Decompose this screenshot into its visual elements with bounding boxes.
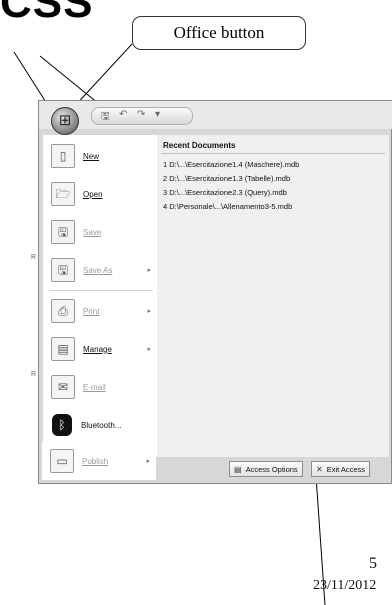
quick-access-toolbar: 🖫 ↶ ↷ ▾ <box>39 101 392 129</box>
access-options-label: Access Options <box>245 464 298 474</box>
submenu-arrow-icon: ▸ <box>147 267 151 274</box>
recent-documents-title: Recent Documents <box>163 141 236 150</box>
menu-publish[interactable]: ▭ Publish ▸ <box>42 442 156 480</box>
menu-separator <box>49 290 153 291</box>
menu-label-open: Open <box>83 189 103 199</box>
menu-label-manage: Manage <box>83 344 112 354</box>
redo-icon[interactable]: ↷ <box>137 109 145 120</box>
save-as-icon: 🖫 <box>51 258 75 282</box>
menu-manage[interactable]: ▤ Manage ▸ <box>43 330 157 368</box>
save-icon[interactable]: 🖫 <box>101 109 110 126</box>
manage-icon: ▤ <box>51 337 75 361</box>
new-document-icon: ▯ <box>51 144 75 168</box>
close-icon: ✕ <box>316 464 323 474</box>
recent-document-item[interactable]: 1 D:\...\Esercitazione1.4 (Maschere).mdb <box>163 160 299 169</box>
menu-label-bluetooth: Bluetooth... <box>81 420 122 430</box>
bluetooth-icon: ᛒ <box>52 414 72 436</box>
submenu-arrow-icon: ▸ <box>146 458 150 465</box>
undo-icon[interactable]: ↶ <box>119 109 127 120</box>
menu-label-publish: Publish <box>82 456 109 466</box>
submenu-arrow-icon: ▸ <box>147 346 151 353</box>
recent-documents-panel: Recent Documents 1 D:\...\Esercitazione1… <box>157 135 389 457</box>
page-number: 5 <box>369 555 377 572</box>
submenu-arrow-icon: ▸ <box>147 308 151 315</box>
access-options-button[interactable]: ▤ Access Options <box>229 461 303 477</box>
menu-print[interactable]: ⎙ Print ▸ <box>43 292 157 330</box>
menu-open[interactable]: 🗁 Open <box>43 175 157 213</box>
office-menu-screenshot: 🖫 ↶ ↷ ▾ ⊞ ▯ New 🗁 Open 🖫 Save 🖫 Save As … <box>38 100 392 484</box>
office-button-callout: Office button <box>132 16 306 50</box>
edge-letter: R <box>31 371 37 378</box>
publish-icon: ▭ <box>50 449 74 473</box>
exit-access-label: Exit Access <box>326 464 366 474</box>
menu-label-email: E-mail <box>83 382 106 392</box>
email-icon: ✉ <box>51 375 75 399</box>
office-menu-commands: ▯ New 🗁 Open 🖫 Save 🖫 Save As ▸ ⎙ Print … <box>43 135 158 457</box>
menu-label-save-as: Save As <box>83 265 113 275</box>
printer-icon: ⎙ <box>51 299 75 323</box>
exit-access-button[interactable]: ✕ Exit Access <box>311 461 371 477</box>
menu-save[interactable]: 🖫 Save <box>43 213 157 251</box>
recent-document-item[interactable]: 2 D:\...\Esercitazione1.3 (Tabelle).mdb <box>163 174 290 183</box>
slide-date: 23/11/2012 <box>313 578 377 593</box>
menu-label-save: Save <box>83 227 102 237</box>
office-button[interactable]: ⊞ <box>51 107 79 135</box>
save-disk-icon: 🖫 <box>51 220 75 244</box>
menu-label-new: New <box>83 151 100 161</box>
menu-label-print: Print <box>83 306 100 316</box>
recent-document-item[interactable]: 4 D:\Personale\...\Allenamento3-5.mdb <box>163 202 292 211</box>
customize-icon[interactable]: ▾ <box>155 109 160 120</box>
menu-email[interactable]: ✉ E-mail <box>43 368 157 406</box>
edge-letter: R <box>31 254 37 261</box>
menu-bluetooth[interactable]: ᛒ Bluetooth... <box>43 406 157 444</box>
open-folder-icon: 🗁 <box>51 182 75 206</box>
options-icon: ▤ <box>234 464 242 474</box>
menu-new[interactable]: ▯ New <box>43 137 157 175</box>
menu-save-as[interactable]: 🖫 Save As ▸ <box>43 251 157 289</box>
recent-document-item[interactable]: 3 D:\...\Esercitazione2.3 (Query).mdb <box>163 188 287 197</box>
recent-divider <box>161 153 385 154</box>
